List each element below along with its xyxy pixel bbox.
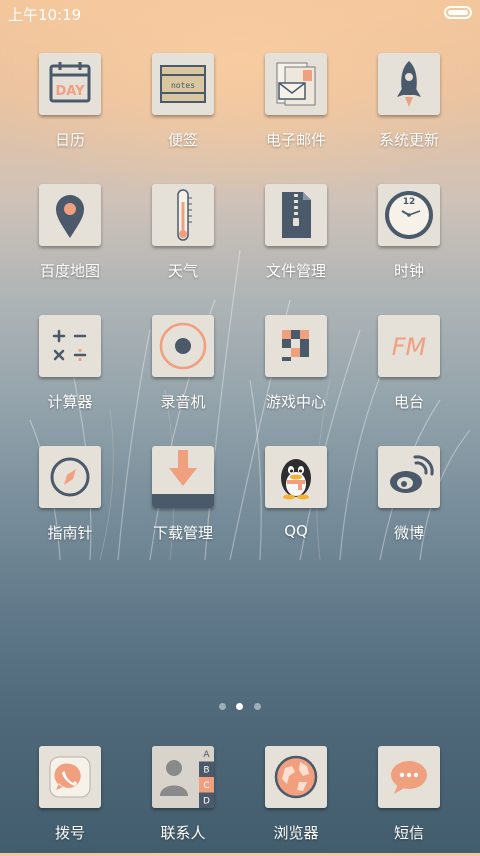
- app-label: 微博: [393, 524, 424, 542]
- app-label: 短信: [393, 824, 424, 842]
- map-pin-icon: [39, 184, 101, 246]
- dock-dialer[interactable]: 拨号: [20, 746, 120, 856]
- calendar-icon: DAY: [39, 53, 101, 115]
- app-download-manager[interactable]: 下载管理: [133, 446, 233, 556]
- zip-file-icon: [265, 184, 327, 246]
- qq-penguin-icon: [265, 446, 327, 508]
- app-clock[interactable]: 12 时钟: [359, 184, 459, 294]
- app-label: 录音机: [160, 393, 206, 411]
- app-calendar[interactable]: DAY 日历: [20, 53, 120, 163]
- dock-contacts[interactable]: A B C D 联系人: [133, 746, 233, 856]
- app-label: 系统更新: [378, 131, 439, 149]
- app-label: 拨号: [54, 824, 85, 842]
- weibo-icon: [378, 446, 440, 508]
- app-label: 天气: [167, 262, 198, 280]
- app-label: QQ: [284, 522, 308, 540]
- app-baidu-map[interactable]: 百度地图: [20, 184, 120, 294]
- app-label: 游戏中心: [265, 393, 326, 411]
- notes-icon: notes: [152, 53, 214, 115]
- status-time: 上午10:19: [8, 6, 82, 24]
- globe-icon: [265, 746, 327, 808]
- app-email[interactable]: 电子邮件: [246, 53, 346, 163]
- svg-text:B: B: [203, 766, 209, 776]
- app-label: 指南针: [47, 524, 93, 542]
- status-bar: 上午10:19: [0, 0, 480, 28]
- email-icon: [265, 53, 327, 115]
- message-icon: [378, 746, 440, 808]
- page-dot-active[interactable]: [236, 703, 243, 710]
- record-icon: [152, 315, 214, 377]
- app-system-update[interactable]: 系统更新: [359, 53, 459, 163]
- thermometer-icon: [152, 184, 214, 246]
- svg-text:DAY: DAY: [55, 84, 85, 99]
- svg-text:A: A: [203, 750, 210, 760]
- svg-text:notes: notes: [171, 81, 195, 90]
- app-calculator[interactable]: 计算器: [20, 315, 120, 425]
- svg-text:C: C: [203, 781, 209, 791]
- app-label: 便签: [167, 131, 198, 149]
- app-label: 联系人: [160, 824, 206, 842]
- app-compass[interactable]: 指南针: [20, 446, 120, 556]
- app-label: 日历: [54, 131, 85, 149]
- rocket-icon: [378, 53, 440, 115]
- app-qq[interactable]: QQ: [246, 446, 346, 556]
- download-icon: [152, 446, 214, 508]
- radio-fm-icon: FM: [378, 315, 440, 377]
- svg-text:FM: FM: [392, 333, 427, 361]
- clock-icon: 12: [378, 184, 440, 246]
- app-label: 下载管理: [152, 524, 213, 542]
- app-game-center[interactable]: 游戏中心: [246, 315, 346, 425]
- dock-messages[interactable]: 短信: [359, 746, 459, 856]
- app-label: 计算器: [47, 393, 93, 411]
- svg-text:D: D: [203, 797, 210, 807]
- phone-icon: [39, 746, 101, 808]
- app-label: 电子邮件: [265, 131, 326, 149]
- app-file-manager[interactable]: 文件管理: [246, 184, 346, 294]
- game-blocks-icon: [265, 315, 327, 377]
- app-label: 文件管理: [265, 262, 326, 280]
- app-notes[interactable]: notes 便签: [133, 53, 233, 163]
- app-label: 百度地图: [39, 262, 100, 280]
- dock-browser[interactable]: 浏览器: [246, 746, 346, 856]
- app-weibo[interactable]: 微博: [359, 446, 459, 556]
- battery-icon: [444, 6, 472, 19]
- app-recorder[interactable]: 录音机: [133, 315, 233, 425]
- app-label: 浏览器: [273, 824, 319, 842]
- page-indicator: [0, 700, 480, 712]
- calculator-icon: [39, 315, 101, 377]
- app-label: 时钟: [393, 262, 424, 280]
- svg-text:12: 12: [403, 197, 416, 207]
- app-radio[interactable]: FM 电台: [359, 315, 459, 425]
- app-label: 电台: [393, 393, 424, 411]
- contacts-icon: A B C D: [152, 746, 214, 808]
- page-dot[interactable]: [254, 703, 261, 710]
- page-dot[interactable]: [219, 703, 226, 710]
- compass-icon: [39, 446, 101, 508]
- app-weather[interactable]: 天气: [133, 184, 233, 294]
